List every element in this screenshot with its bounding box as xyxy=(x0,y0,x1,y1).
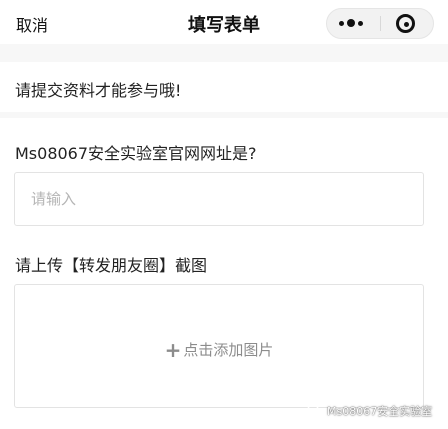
plus-icon: + xyxy=(164,338,182,362)
dot xyxy=(358,21,363,26)
website-input[interactable] xyxy=(14,172,424,226)
more-dots-icon[interactable] xyxy=(327,9,380,38)
notice-banner: 请提交资料才能参与哦! xyxy=(0,62,448,112)
upload-prompt: + 点击添加图片 xyxy=(15,338,423,362)
dot xyxy=(339,21,344,26)
watermark-text: Ms08067安全实验室 xyxy=(327,405,433,418)
navbar: 取消 填写表单 xyxy=(0,0,448,44)
notice-text: 请提交资料才能参与哦! xyxy=(15,81,182,100)
cancel-button[interactable]: 取消 xyxy=(16,12,48,36)
form: Ms08067安全实验室官网网址是? 请上传【转发朋友圈】截图 +点击添加图片 xyxy=(0,118,448,429)
watermark: Ms08067安全实验室 xyxy=(307,403,432,419)
miniprogram-capsule xyxy=(326,8,434,39)
close-core xyxy=(404,22,409,27)
question-2-label: 请上传【转发朋友圈】截图 xyxy=(15,256,208,275)
image-upload-box[interactable]: + 点击添加图片 xyxy=(14,284,424,408)
question-1-label: Ms08067安全实验室官网网址是? xyxy=(15,144,257,163)
upload-label: 点击添加图片 xyxy=(183,341,274,359)
target-close-icon[interactable] xyxy=(381,9,433,38)
dot xyxy=(347,19,355,27)
wechat-icon xyxy=(307,405,323,418)
